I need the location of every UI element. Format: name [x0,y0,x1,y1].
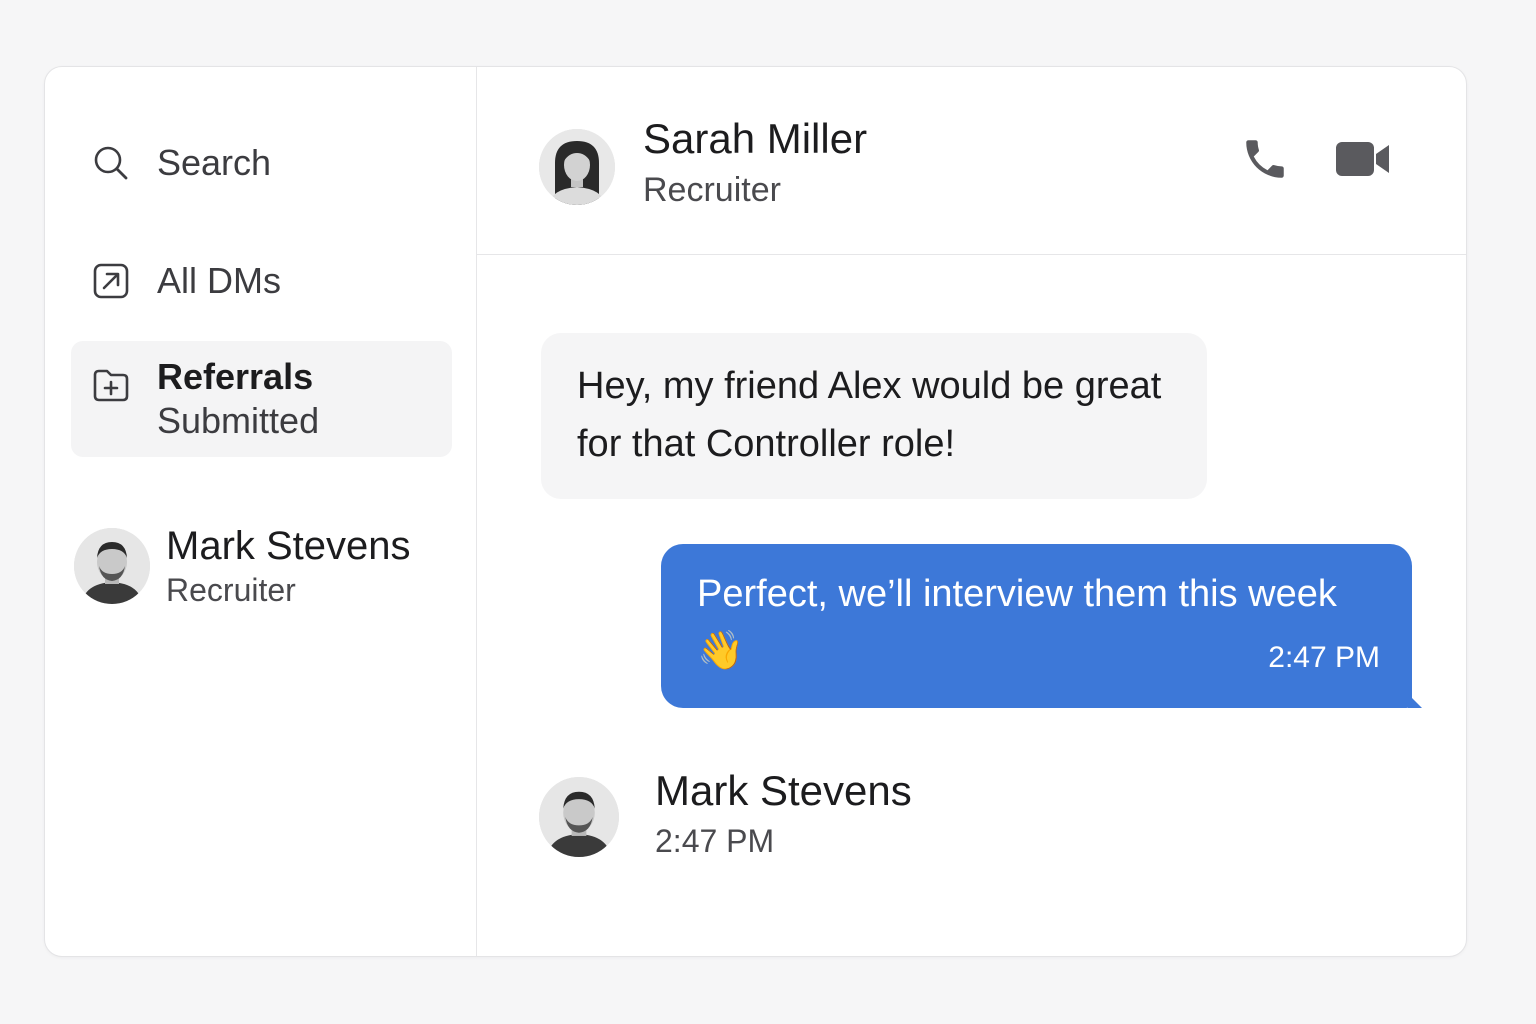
sender-text: Mark Stevens 2:47 PM [655,767,912,867]
all-dms-label: All DMs [157,260,281,301]
referrals-title: Referrals [157,356,314,397]
chat-contact-role: Recruiter [643,171,781,209]
contact-list-item[interactable]: Mark Stevens Recruiter [74,522,411,610]
avatar [539,777,619,857]
avatar [74,528,150,604]
referrals-text: Referrals Submitted [157,355,319,443]
message-time: 2:47 PM [1268,641,1380,674]
message-text: Perfect, we’ll interview them this week [697,573,1337,615]
sender-row: Mark Stevens 2:47 PM [539,767,912,867]
chat-panel: Sarah Miller Recruiter Hey, my friend Al… [477,67,1466,956]
sender-time: 2:47 PM [655,823,775,859]
contact-text: Mark Stevens Recruiter [166,522,411,610]
sidebar-search[interactable]: Search [71,133,452,193]
waving-hand-emoji: 👋 [697,628,745,672]
contact-name: Mark Stevens [166,524,411,568]
chat-header: Sarah Miller Recruiter [477,67,1466,255]
external-link-icon [91,261,131,301]
messaging-window: Search All DMs Referrals Submitted Mark … [44,66,1467,957]
sender-name: Mark Stevens [655,767,912,814]
avatar [539,129,615,205]
outgoing-message: Perfect, we’ll interview them this week … [661,544,1422,708]
contact-role: Recruiter [166,572,296,608]
sidebar-item-all-dms[interactable]: All DMs [71,251,452,311]
video-camera-icon [1335,140,1391,183]
sidebar: Search All DMs Referrals Submitted Mark … [45,67,477,956]
video-call-button[interactable] [1333,133,1393,189]
search-label: Search [157,142,272,183]
incoming-message: Hey, my friend Alex would be great for t… [541,333,1207,499]
sidebar-item-referrals[interactable]: Referrals Submitted [71,341,452,457]
call-button[interactable] [1235,133,1295,189]
referrals-subtitle: Submitted [157,400,320,441]
folder-plus-icon [91,365,131,405]
search-icon [91,143,131,183]
phone-icon [1240,134,1290,189]
chat-contact-name: Sarah Miller [643,115,868,162]
message-text: Hey, my friend Alex would be great for t… [577,365,1162,465]
